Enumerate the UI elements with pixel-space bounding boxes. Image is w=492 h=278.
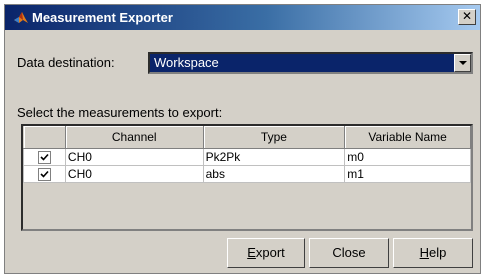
measurements-label: Select the measurements to export: xyxy=(17,105,223,120)
export-button[interactable]: Export xyxy=(227,238,305,268)
table-row: CH0 abs m1 xyxy=(23,165,471,183)
close-window-button[interactable]: ✕ xyxy=(458,9,476,25)
help-label-rest: elp xyxy=(429,245,447,260)
export-mnemonic: E xyxy=(247,245,256,260)
select-column-header xyxy=(23,126,66,149)
destination-dropdown[interactable]: Workspace xyxy=(148,52,473,74)
destination-value: Workspace xyxy=(154,55,219,70)
variable-name-cell[interactable]: m1 xyxy=(344,165,471,183)
export-checkbox[interactable] xyxy=(37,168,51,182)
help-button[interactable]: Help xyxy=(393,238,473,268)
column-header-type[interactable]: Type xyxy=(203,126,346,149)
channel-cell[interactable]: CH0 xyxy=(64,165,204,183)
export-label-rest: xport xyxy=(255,245,285,260)
header-row: Channel Type Variable Name xyxy=(23,126,471,149)
title-bar[interactable]: Measurement Exporter ✕ xyxy=(5,5,480,30)
dropdown-button[interactable] xyxy=(454,54,471,72)
checkmark-icon xyxy=(40,154,49,161)
close-label: Close xyxy=(332,245,366,260)
close-icon: ✕ xyxy=(461,9,473,23)
close-button[interactable]: Close xyxy=(309,238,389,268)
row-checkbox-cell xyxy=(23,148,66,166)
measurements-grid: Channel Type Variable Name CH0 Pk2Pk m0 … xyxy=(23,126,471,183)
type-cell[interactable]: abs xyxy=(202,165,346,183)
export-checkbox[interactable] xyxy=(37,151,51,165)
variable-name-cell[interactable]: m0 xyxy=(344,148,471,166)
measurement-exporter-window: Measurement Exporter ✕ Data destination:… xyxy=(4,4,481,274)
destination-label: Data destination: xyxy=(17,55,115,70)
measurements-table: Channel Type Variable Name CH0 Pk2Pk m0 … xyxy=(21,124,473,231)
checkmark-icon xyxy=(40,171,49,178)
table-row: CH0 Pk2Pk m0 xyxy=(23,148,471,166)
row-checkbox-cell xyxy=(23,165,66,183)
column-header-channel[interactable]: Channel xyxy=(65,126,204,149)
channel-cell[interactable]: CH0 xyxy=(64,148,204,166)
column-header-variable-name[interactable]: Variable Name xyxy=(344,126,471,149)
type-cell[interactable]: Pk2Pk xyxy=(202,148,346,166)
chevron-down-icon xyxy=(459,61,467,65)
help-mnemonic: H xyxy=(419,245,430,260)
window-title: Measurement Exporter xyxy=(32,10,173,25)
matlab-icon xyxy=(13,11,29,25)
